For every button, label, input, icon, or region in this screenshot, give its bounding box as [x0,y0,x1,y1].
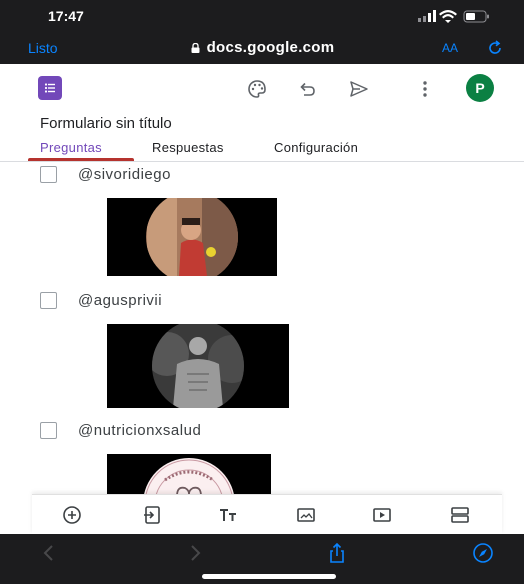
avatar[interactable]: P [466,74,494,102]
option-row[interactable]: @sivoridiego [40,166,171,183]
status-time: 17:47 [48,8,84,24]
tab-bar: Preguntas Respuestas Configuración [0,136,524,162]
browser-address-bar: Listo docs.google.com AA [0,30,524,64]
forms-logo-icon[interactable] [38,76,62,100]
status-icons [418,10,489,23]
active-tab-indicator [28,158,134,161]
option-row[interactable]: @nutricionxsalud [40,422,201,439]
option-checkbox[interactable] [40,292,57,309]
back-icon[interactable] [38,542,60,564]
tab-settings[interactable]: Configuración [274,140,358,155]
option-checkbox[interactable] [40,166,57,183]
url-text: docs.google.com [206,39,335,56]
form-tools-bar [32,494,502,534]
tab-responses[interactable]: Respuestas [152,140,224,155]
lock-icon [191,43,200,53]
browser-bottom-bar [0,534,524,584]
option-image [107,454,271,494]
option-image [107,324,289,408]
option-label: @nutricionxsalud [78,422,202,439]
status-bar: 17:47 [0,0,524,30]
reload-icon[interactable] [486,39,504,57]
tab-questions[interactable]: Preguntas [40,140,102,155]
home-indicator [202,574,336,579]
add-section-icon[interactable] [450,505,470,525]
share-icon[interactable] [326,542,348,564]
text-size-button[interactable]: AA [442,41,458,55]
import-questions-icon[interactable] [142,505,162,525]
more-options-icon[interactable] [414,78,436,100]
compass-icon[interactable] [472,542,494,564]
question-content: @sivoridiego @agusprivii @nutricionxsalu… [0,162,524,494]
add-video-icon[interactable] [372,505,392,525]
add-title-icon[interactable] [218,505,238,525]
wifi-icon [439,10,457,23]
forms-toolbar: P [0,64,524,114]
send-icon[interactable] [348,78,370,100]
signal-icon [418,18,421,22]
option-image [107,198,277,276]
option-label: @sivoridiego [78,166,171,183]
forward-icon[interactable] [184,542,206,564]
palette-icon[interactable] [246,78,268,100]
add-question-icon[interactable] [62,505,82,525]
add-image-icon[interactable] [296,505,316,525]
option-row[interactable]: @agusprivii [40,292,162,309]
option-label: @agusprivii [78,292,163,309]
option-checkbox[interactable] [40,422,57,439]
form-title[interactable]: Formulario sin título [40,115,172,132]
undo-icon[interactable] [296,78,318,100]
